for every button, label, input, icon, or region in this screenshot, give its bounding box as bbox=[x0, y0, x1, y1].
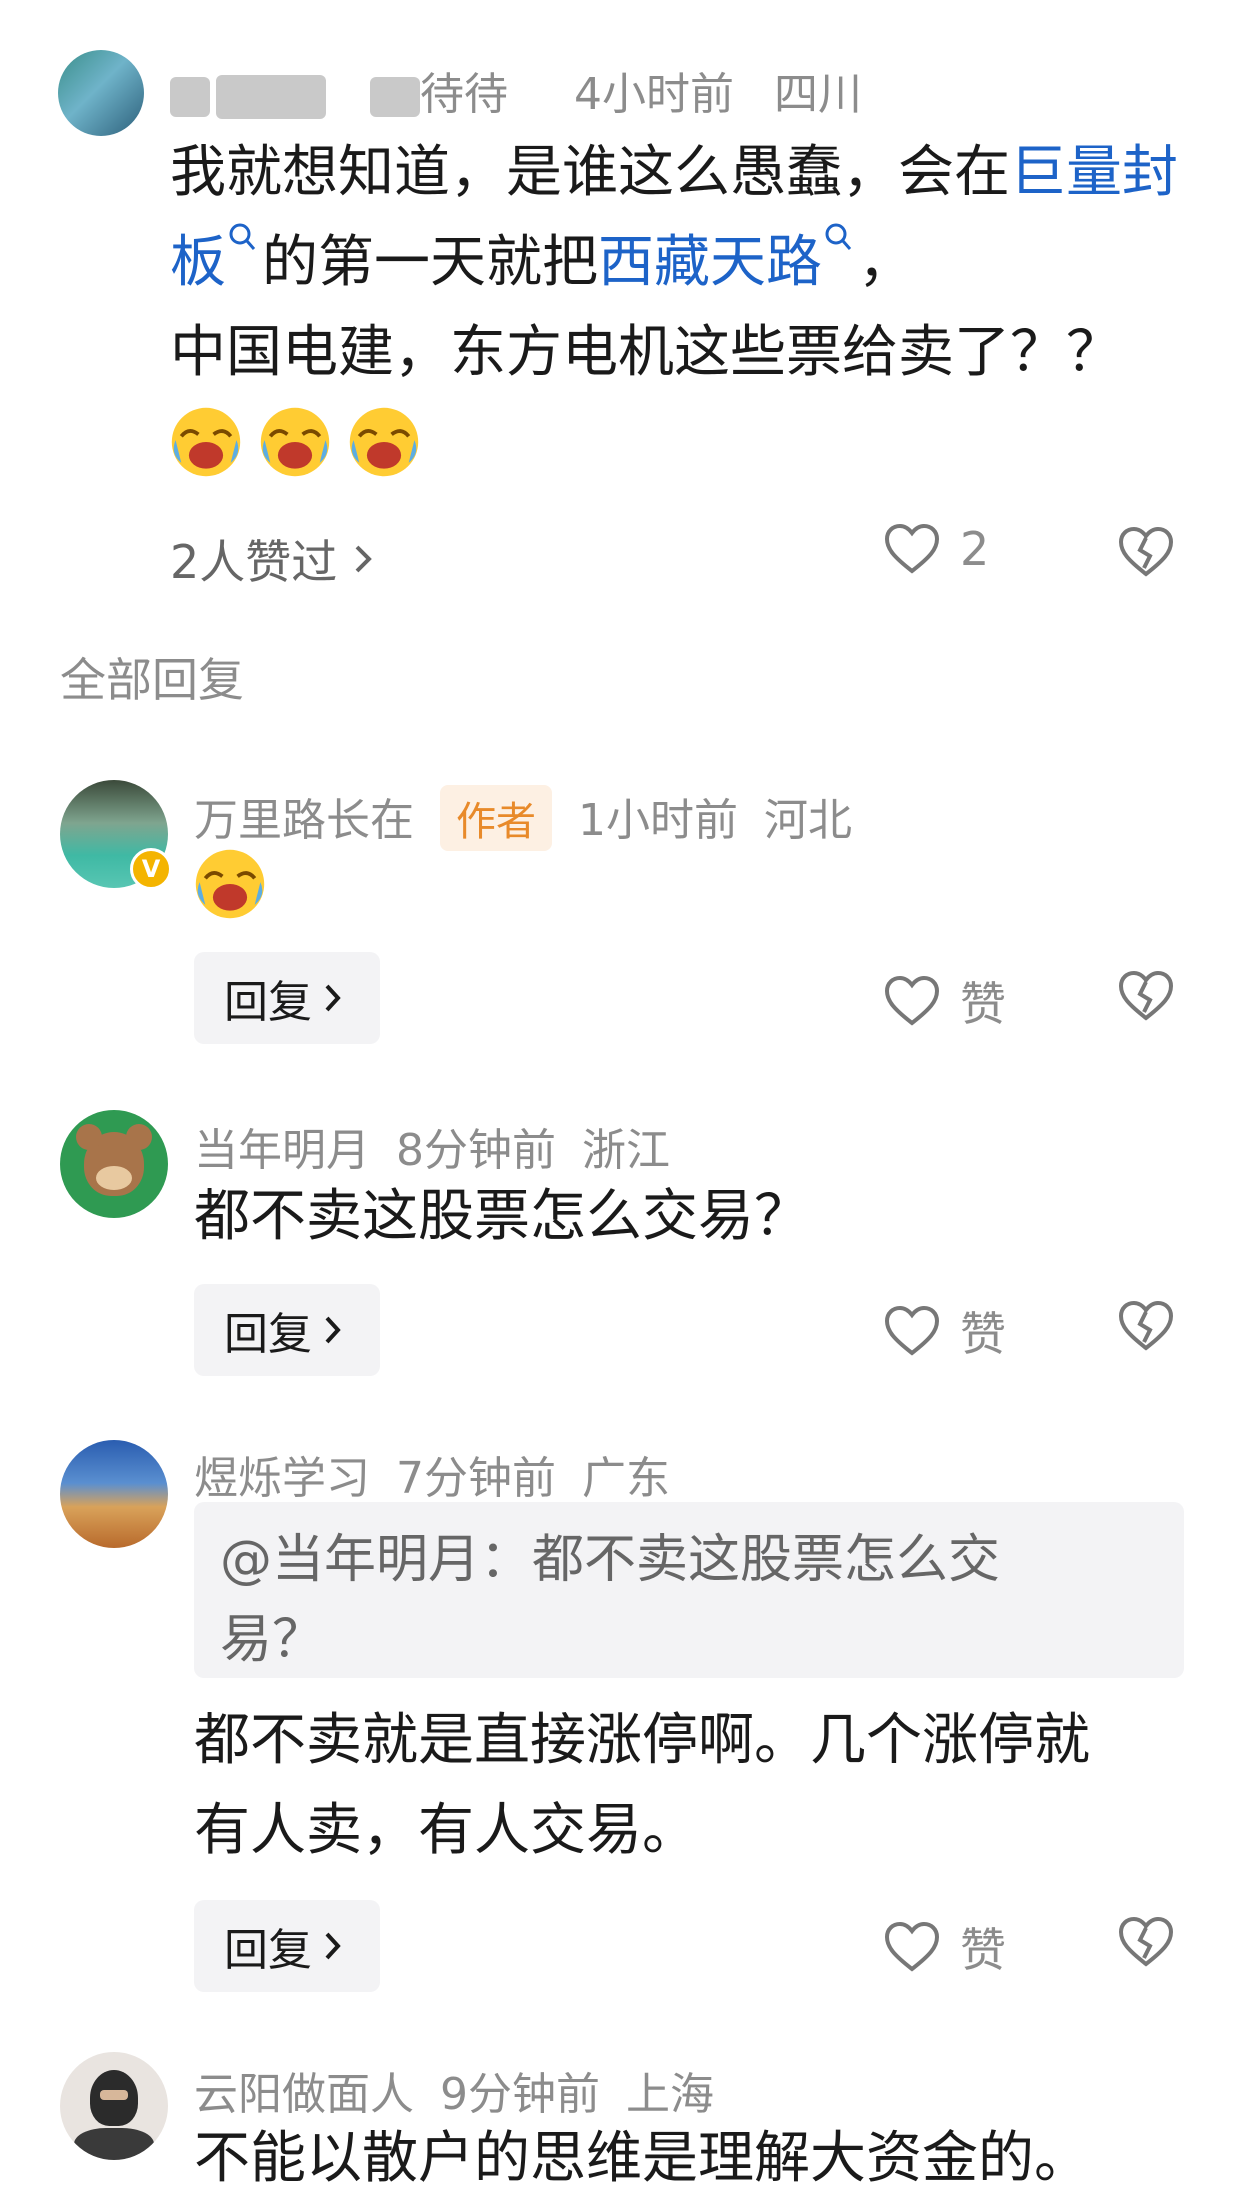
like-label: 赞 bbox=[960, 1923, 1006, 1977]
avatar[interactable] bbox=[60, 2052, 168, 2160]
quoted-reply[interactable]: @当年明月：都不卖这股票怎么交 易？ bbox=[194, 1502, 1184, 1678]
reply-text: 都不卖就是直接涨停啊。几个涨停就 有人卖，有人交易。 bbox=[194, 1708, 1090, 1863]
laugh-cry-emoji-icon bbox=[260, 407, 330, 477]
reply-meta: 煜烁学习 7分钟前 广东 bbox=[194, 1442, 696, 1506]
username[interactable]: 云阳做面人 bbox=[194, 2069, 414, 2120]
reply-meta: 云阳做面人 9分钟前 上海 bbox=[194, 2058, 740, 2122]
chevron-right-icon bbox=[325, 984, 341, 1012]
section-title: 全部回复 bbox=[60, 653, 244, 707]
reply-button[interactable]: 回复 bbox=[194, 1284, 380, 1376]
reply-location: 广东 bbox=[582, 1453, 670, 1504]
liked-by-link[interactable]: 2人赞过 bbox=[170, 526, 375, 592]
reply-location: 浙江 bbox=[582, 1125, 670, 1176]
heart-icon bbox=[884, 1921, 940, 1972]
comment-location: 四川 bbox=[774, 69, 862, 120]
comment-meta: 待待 4小时前 四川 bbox=[170, 58, 888, 122]
avatar[interactable] bbox=[60, 1110, 168, 1218]
search-icon bbox=[822, 218, 858, 266]
username[interactable]: 万里路长在 bbox=[194, 795, 414, 846]
reply-text bbox=[192, 846, 276, 922]
comment-time: 4小时前 bbox=[574, 69, 734, 120]
username[interactable]: 待待 bbox=[170, 69, 534, 120]
broken-heart-icon bbox=[1118, 1300, 1174, 1351]
like-count: 2 bbox=[960, 522, 990, 576]
reply-time: 1小时前 bbox=[578, 795, 738, 846]
heart-icon bbox=[884, 975, 940, 1026]
reply-text: 不能以散户的思维是理解大资金的。 bbox=[194, 2126, 1090, 2191]
dislike-button[interactable] bbox=[1118, 970, 1174, 1026]
dislike-button[interactable] bbox=[1118, 1916, 1174, 1972]
like-label: 赞 bbox=[960, 1307, 1006, 1361]
verified-badge-icon: V bbox=[130, 848, 172, 890]
broken-heart-icon bbox=[1118, 970, 1174, 1021]
reply-meta: 当年明月 8分钟前 浙江 bbox=[194, 1114, 696, 1178]
reply-time: 7分钟前 bbox=[396, 1453, 556, 1504]
dislike-button[interactable] bbox=[1118, 526, 1174, 582]
reply-button[interactable]: 回复 bbox=[194, 1900, 380, 1992]
chevron-right-icon bbox=[355, 545, 373, 573]
author-badge: 作者 bbox=[440, 785, 552, 851]
avatar[interactable] bbox=[60, 1440, 168, 1548]
reply-button[interactable]: 回复 bbox=[194, 952, 380, 1044]
reply-time: 8分钟前 bbox=[396, 1125, 556, 1176]
username[interactable]: 煜烁学习 bbox=[194, 1453, 370, 1504]
like-label: 赞 bbox=[960, 977, 1006, 1031]
chevron-right-icon bbox=[325, 1932, 341, 1960]
laugh-cry-emoji-icon bbox=[171, 407, 241, 477]
dislike-button[interactable] bbox=[1118, 1300, 1174, 1356]
reply-time: 9分钟前 bbox=[440, 2069, 600, 2120]
laugh-cry-emoji-icon bbox=[195, 849, 265, 919]
reply-location: 上海 bbox=[626, 2069, 714, 2120]
emoji-row bbox=[168, 404, 430, 480]
like-button[interactable]: 赞 bbox=[884, 1298, 1006, 1364]
heart-icon bbox=[884, 1305, 940, 1356]
avatar[interactable] bbox=[58, 50, 144, 136]
laugh-cry-emoji-icon bbox=[349, 407, 419, 477]
broken-heart-icon bbox=[1118, 526, 1174, 577]
search-icon bbox=[226, 218, 262, 266]
chevron-right-icon bbox=[325, 1316, 341, 1344]
reply-meta: 万里路长在 作者 1小时前 河北 bbox=[194, 784, 878, 851]
comment-text: 我就想知道，是谁这么愚蠢，会在巨量封板 的第一天就把西藏天路， 中国电建，东方电机… bbox=[170, 140, 1178, 385]
like-button[interactable]: 2 bbox=[884, 522, 989, 576]
like-button[interactable]: 赞 bbox=[884, 968, 1006, 1034]
reply-location: 河北 bbox=[764, 795, 852, 846]
reply-text: 都不卖这股票怎么交易？ bbox=[194, 1184, 810, 1249]
broken-heart-icon bbox=[1118, 1916, 1174, 1967]
topic-link[interactable]: 西藏天路 bbox=[598, 223, 858, 295]
heart-icon bbox=[884, 523, 940, 574]
like-button[interactable]: 赞 bbox=[884, 1914, 1006, 1980]
username[interactable]: 当年明月 bbox=[194, 1125, 370, 1176]
